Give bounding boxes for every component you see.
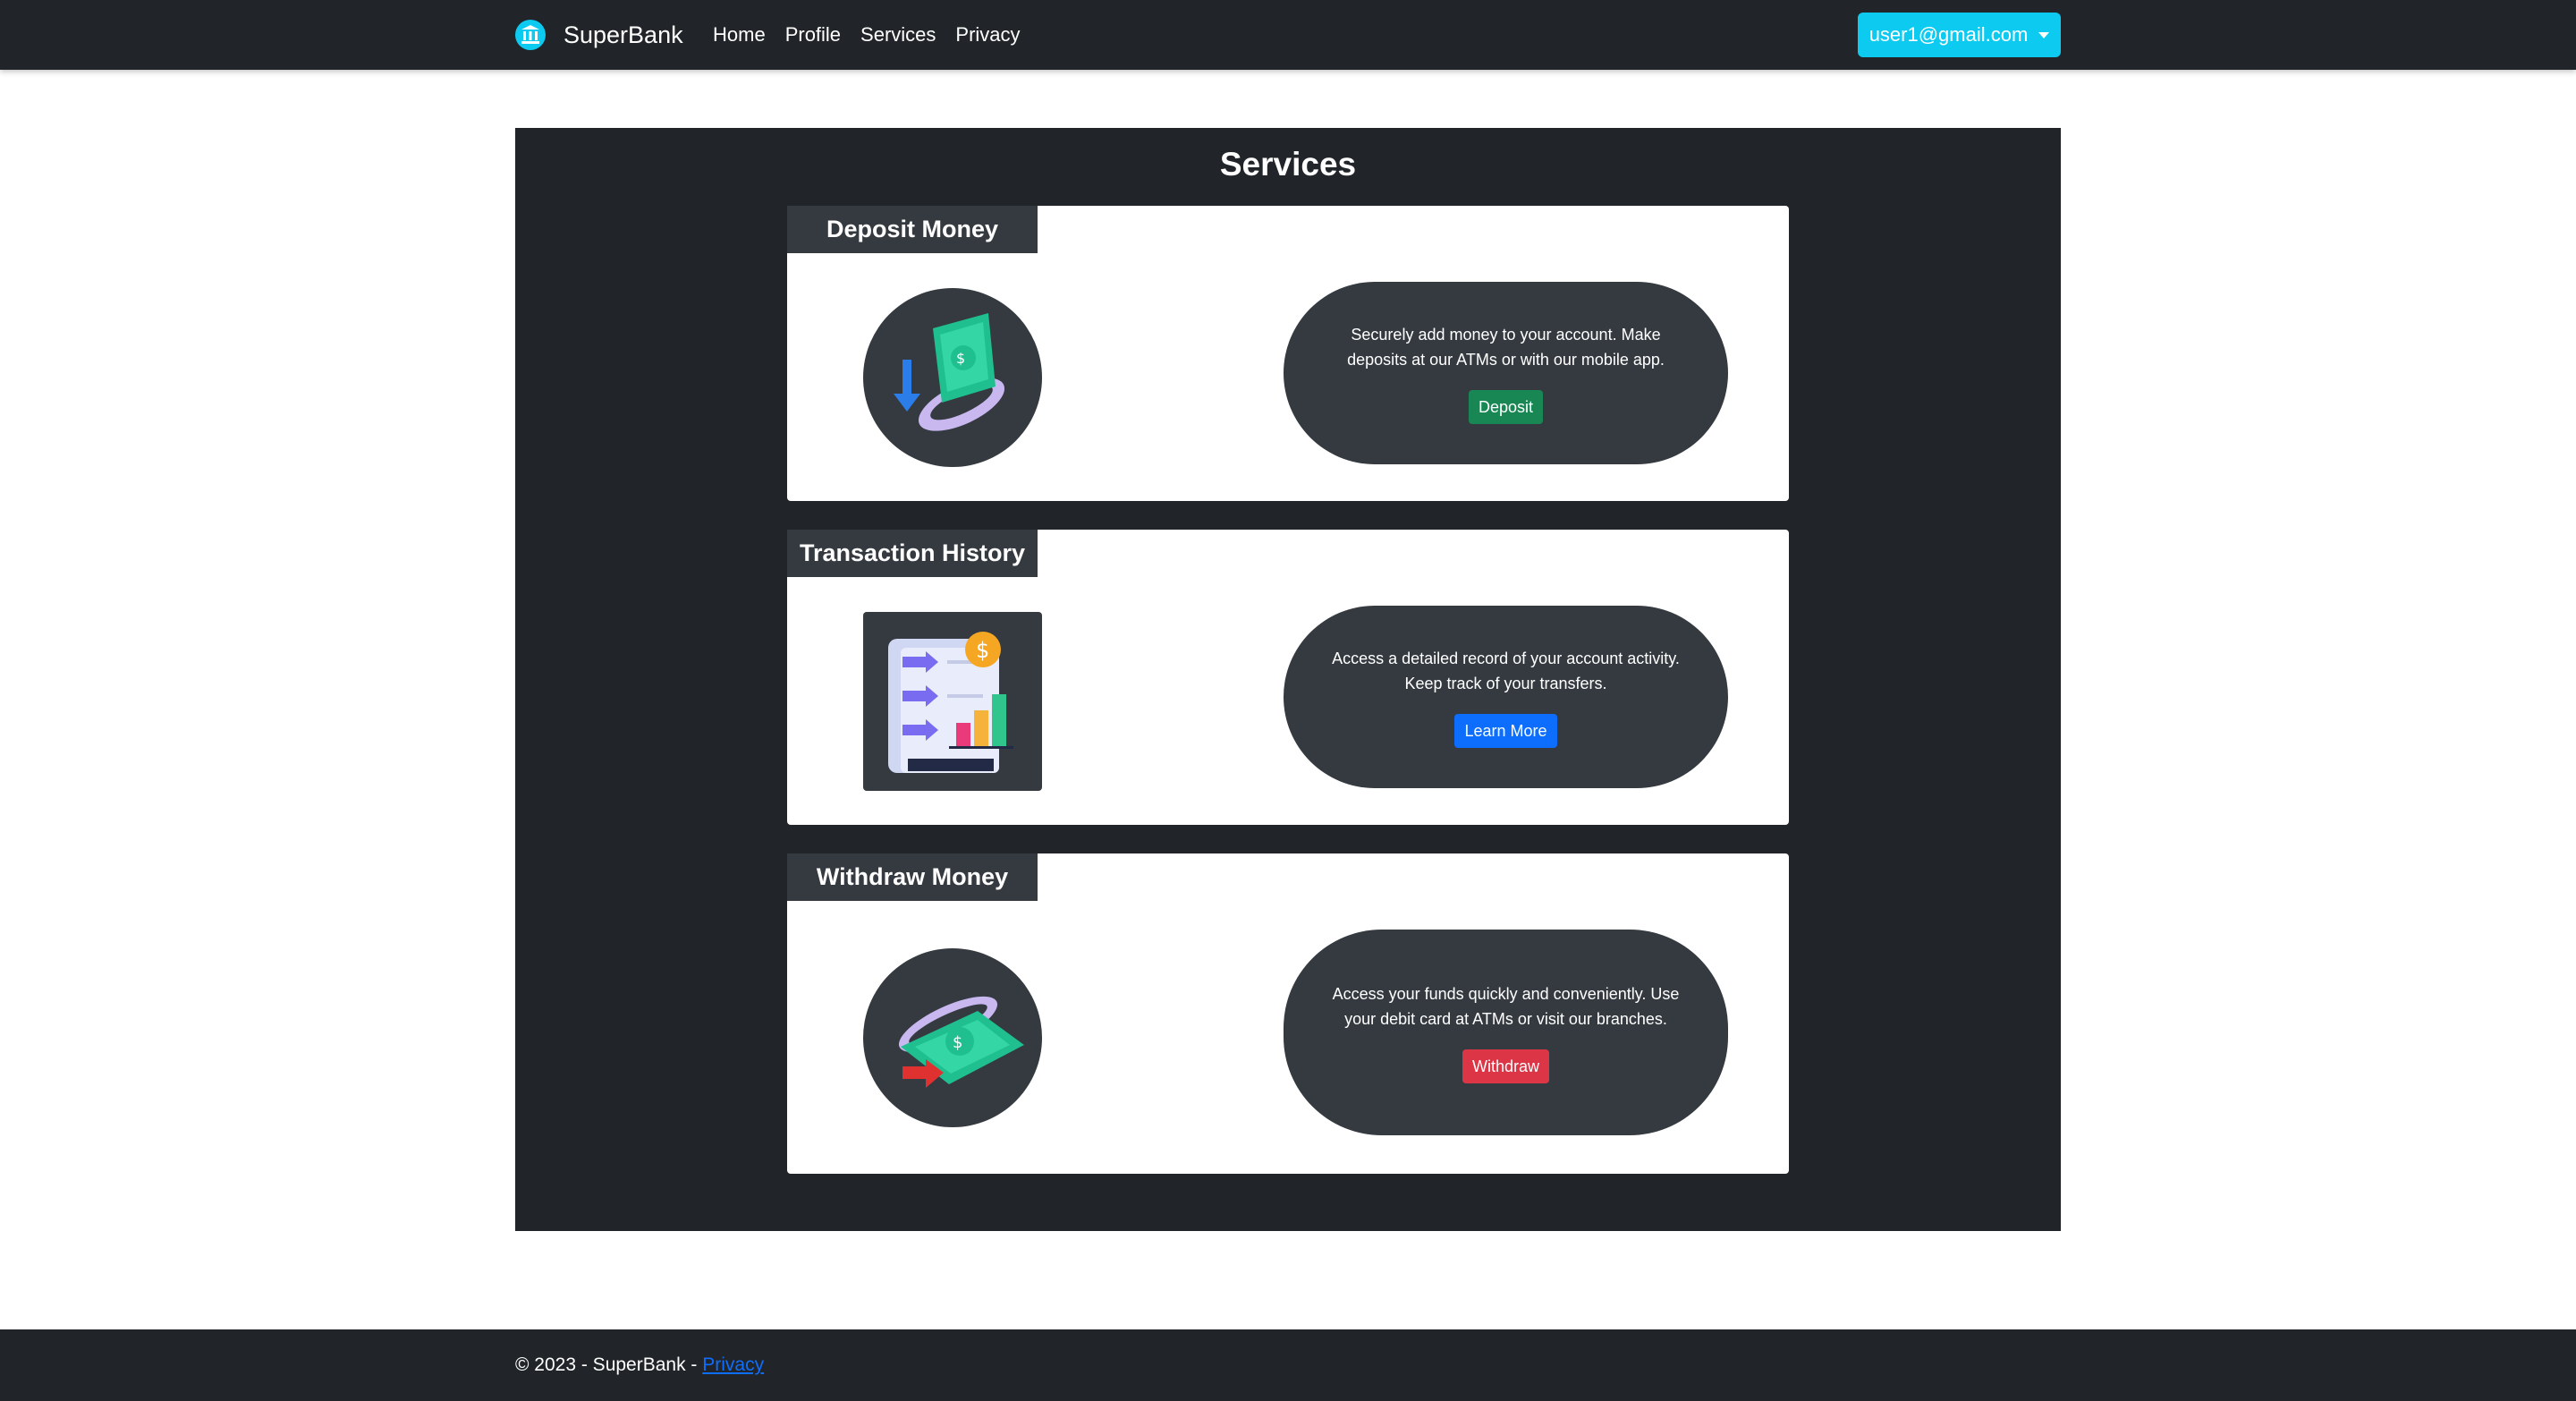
withdraw-button[interactable]: Withdraw	[1462, 1049, 1549, 1083]
brand-name: SuperBank	[564, 21, 683, 48]
nav-links: Home Profile Services Privacy	[713, 20, 1021, 50]
card-title-withdraw: Withdraw Money	[787, 853, 1038, 901]
footer: © 2023 - SuperBank - Privacy	[0, 1329, 2576, 1401]
transaction-history-card: Transaction History $ Access a detailed …	[787, 530, 1789, 825]
svg-text:$: $	[976, 638, 989, 663]
user-email: user1@gmail.com	[1868, 23, 2029, 46]
transaction-history-info-pill: Access a detailed record of your account…	[1284, 606, 1728, 788]
nav-link-profile[interactable]: Profile	[785, 23, 841, 47]
withdraw-info-pill: Access your funds quickly and convenient…	[1284, 930, 1728, 1135]
svg-text:$: $	[956, 350, 965, 367]
copyright-text: © 2023 - SuperBank -	[515, 1354, 703, 1375]
caret-down-icon	[2038, 31, 2050, 38]
transaction-history-description: Access a detailed record of your account…	[1332, 650, 1680, 692]
withdraw-description: Access your funds quickly and convenient…	[1332, 985, 1680, 1028]
deposit-info-pill: Securely add money to your account. Make…	[1284, 282, 1728, 464]
user-menu-button[interactable]: user1@gmail.com	[1858, 13, 2061, 57]
withdraw-card: Withdraw Money $ Access your funds quick…	[787, 853, 1789, 1174]
withdraw-money-icon: $	[863, 948, 1042, 1127]
bank-icon	[515, 20, 546, 50]
nav-link-services[interactable]: Services	[860, 23, 936, 47]
nav-link-home[interactable]: Home	[713, 23, 766, 47]
card-title-transaction-history: Transaction History	[787, 530, 1038, 577]
card-title-deposit: Deposit Money	[787, 206, 1038, 253]
learn-more-button[interactable]: Learn More	[1454, 714, 1557, 748]
svg-text:$: $	[953, 1033, 962, 1052]
footer-privacy-link[interactable]: Privacy	[702, 1354, 764, 1375]
deposit-button[interactable]: Deposit	[1468, 390, 1544, 424]
deposit-card: Deposit Money $ Securely add money to yo…	[787, 206, 1789, 501]
services-panel: Services Deposit Money $ Securely add mo…	[515, 128, 2061, 1231]
transaction-history-icon: $	[863, 612, 1042, 791]
footer-text: © 2023 - SuperBank - Privacy	[515, 1354, 764, 1376]
deposit-money-icon: $	[863, 288, 1042, 467]
brand-link[interactable]: SuperBank	[515, 18, 683, 52]
page-title: Services	[1219, 146, 1357, 183]
nav-link-privacy[interactable]: Privacy	[955, 23, 1020, 47]
deposit-description: Securely add money to your account. Make…	[1347, 326, 1665, 369]
navbar: SuperBank Home Profile Services Privacy …	[0, 0, 2576, 70]
